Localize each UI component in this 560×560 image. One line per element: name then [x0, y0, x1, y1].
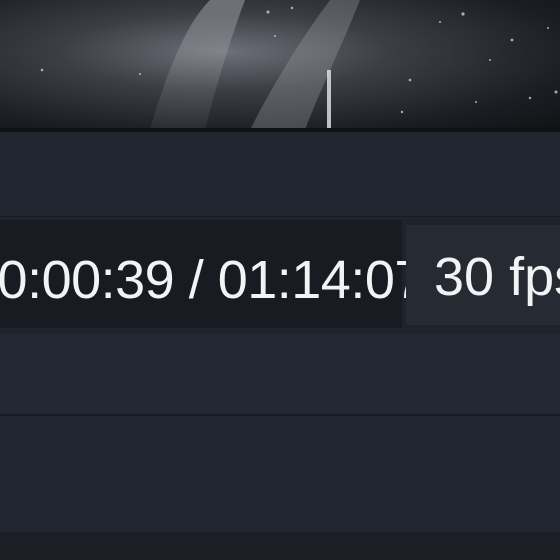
video-frame-image [40, 0, 558, 130]
controls-band [0, 334, 560, 416]
timeline-band [0, 416, 560, 532]
video-preview[interactable] [0, 0, 560, 130]
timecode-text: 00:00:39 / 01:14:07 [0, 250, 424, 310]
bottom-edge [0, 532, 560, 560]
fps-label: 30 fps [434, 247, 560, 307]
timecode-row: 00:00:39 / 01:14:07 30 fps [0, 217, 560, 333]
fps-selector[interactable]: 30 fps [406, 225, 560, 325]
toolbar-band [0, 132, 560, 217]
video-player-panel: 00:00:39 / 01:14:07 30 fps [0, 0, 560, 560]
timecode-display: 00:00:39 / 01:14:07 [0, 220, 424, 328]
